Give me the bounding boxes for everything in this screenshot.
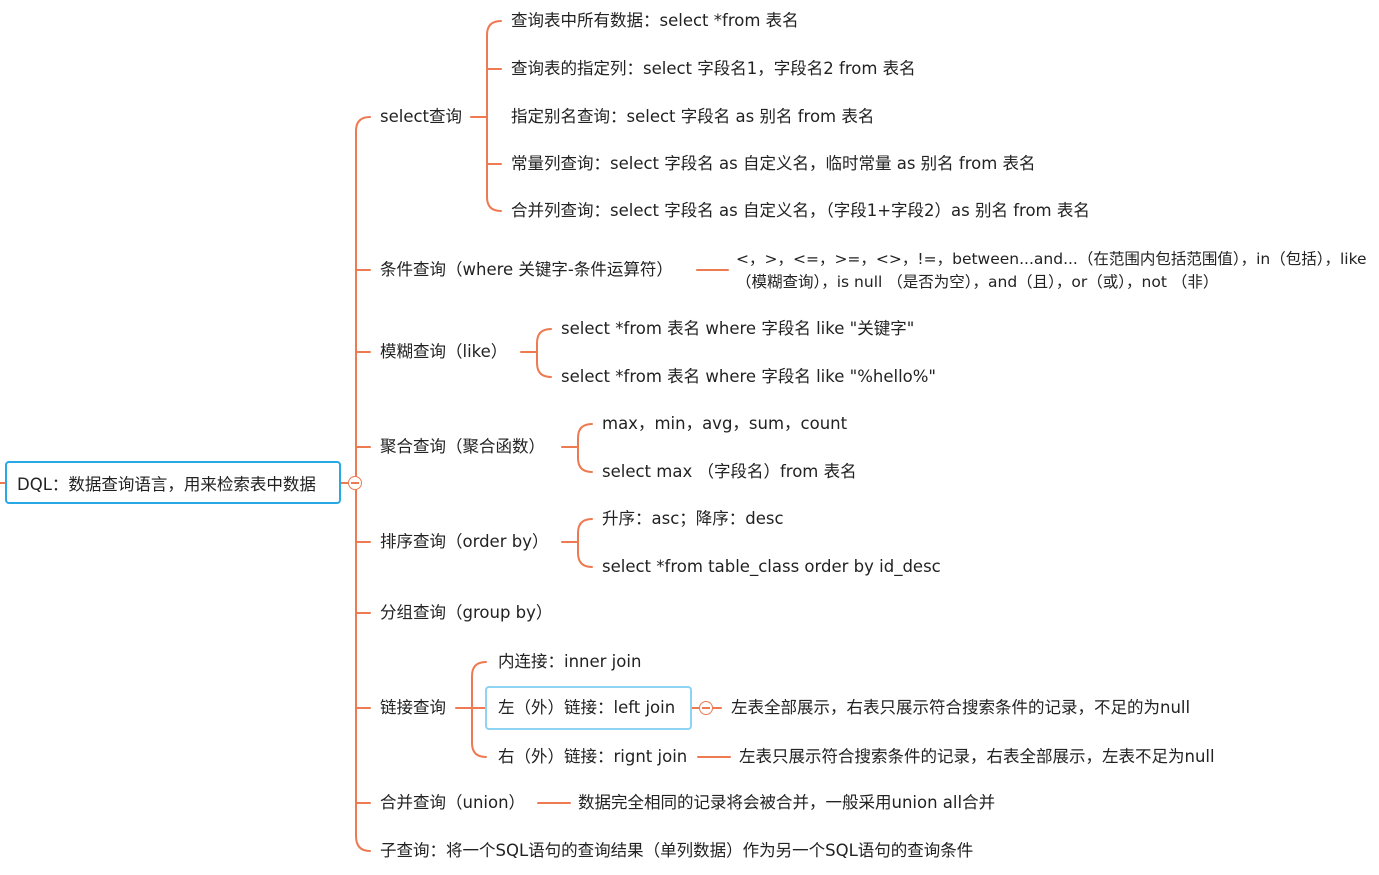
like-item-2[interactable]: select *from 表名 where 字段名 like "%hello%" [561, 367, 936, 387]
root-label: DQL：数据查询语言，用来检索表中数据 [17, 474, 316, 494]
union-detail[interactable]: 数据完全相同的记录将会被合并，一般采用union all合并 [578, 793, 995, 813]
branch-join[interactable]: 链接查询 [380, 698, 446, 718]
select-item-4[interactable]: 常量列查询：select 字段名 as 自定义名，临时常量 as 别名 from… [511, 154, 1036, 174]
join-left-collapse-icon[interactable] [699, 701, 713, 715]
select-item-1[interactable]: 查询表中所有数据：select *from 表名 [511, 11, 799, 31]
branch-union[interactable]: 合并查询（union） [380, 793, 525, 813]
root-node[interactable]: DQL：数据查询语言，用来检索表中数据 [5, 461, 341, 504]
order-item-2[interactable]: select *from table_class order by id_des… [602, 557, 941, 577]
branch-group[interactable]: 分组查询（group by） [380, 603, 552, 623]
root-collapse-icon[interactable] [348, 476, 362, 490]
select-item-5[interactable]: 合并列查询：select 字段名 as 自定义名，（字段1+字段2）as 别名 … [511, 201, 1090, 221]
aggregate-item-2[interactable]: select max （字段名）from 表名 [602, 462, 857, 482]
order-item-1[interactable]: 升序：asc；降序：desc [602, 509, 784, 529]
join-left-detail[interactable]: 左表全部展示，右表只展示符合搜索条件的记录，不足的为null [731, 698, 1190, 718]
select-item-3[interactable]: 指定别名查询：select 字段名 as 别名 from 表名 [511, 107, 874, 127]
join-right[interactable]: 右（外）链接：rignt join [498, 747, 687, 767]
join-left[interactable]: 左（外）链接：left join [498, 698, 675, 718]
branch-like[interactable]: 模糊查询（like） [380, 342, 507, 362]
condition-operators[interactable]: <，>，<=，>=，<>，!=，between...and...（在范围内包括范… [736, 248, 1376, 294]
aggregate-item-1[interactable]: max，min，avg，sum，count [602, 414, 847, 434]
branch-condition[interactable]: 条件查询（where 关键字-条件运算符） [380, 260, 673, 280]
join-right-detail[interactable]: 左表只展示符合搜索条件的记录，右表全部展示，左表不足为null [739, 747, 1215, 767]
branch-order[interactable]: 排序查询（order by） [380, 532, 548, 552]
branch-aggregate[interactable]: 聚合查询（聚合函数） [380, 437, 545, 457]
join-inner[interactable]: 内连接：inner join [498, 652, 641, 672]
connector-lines [0, 20, 731, 852]
select-item-2[interactable]: 查询表的指定列：select 字段名1，字段名2 from 表名 [511, 59, 916, 79]
branch-select[interactable]: select查询 [380, 107, 462, 127]
branch-subquery[interactable]: 子查询：将一个SQL语句的查询结果（单列数据）作为另一个SQL语句的查询条件 [380, 841, 973, 861]
like-item-1[interactable]: select *from 表名 where 字段名 like "关键字" [561, 319, 914, 339]
